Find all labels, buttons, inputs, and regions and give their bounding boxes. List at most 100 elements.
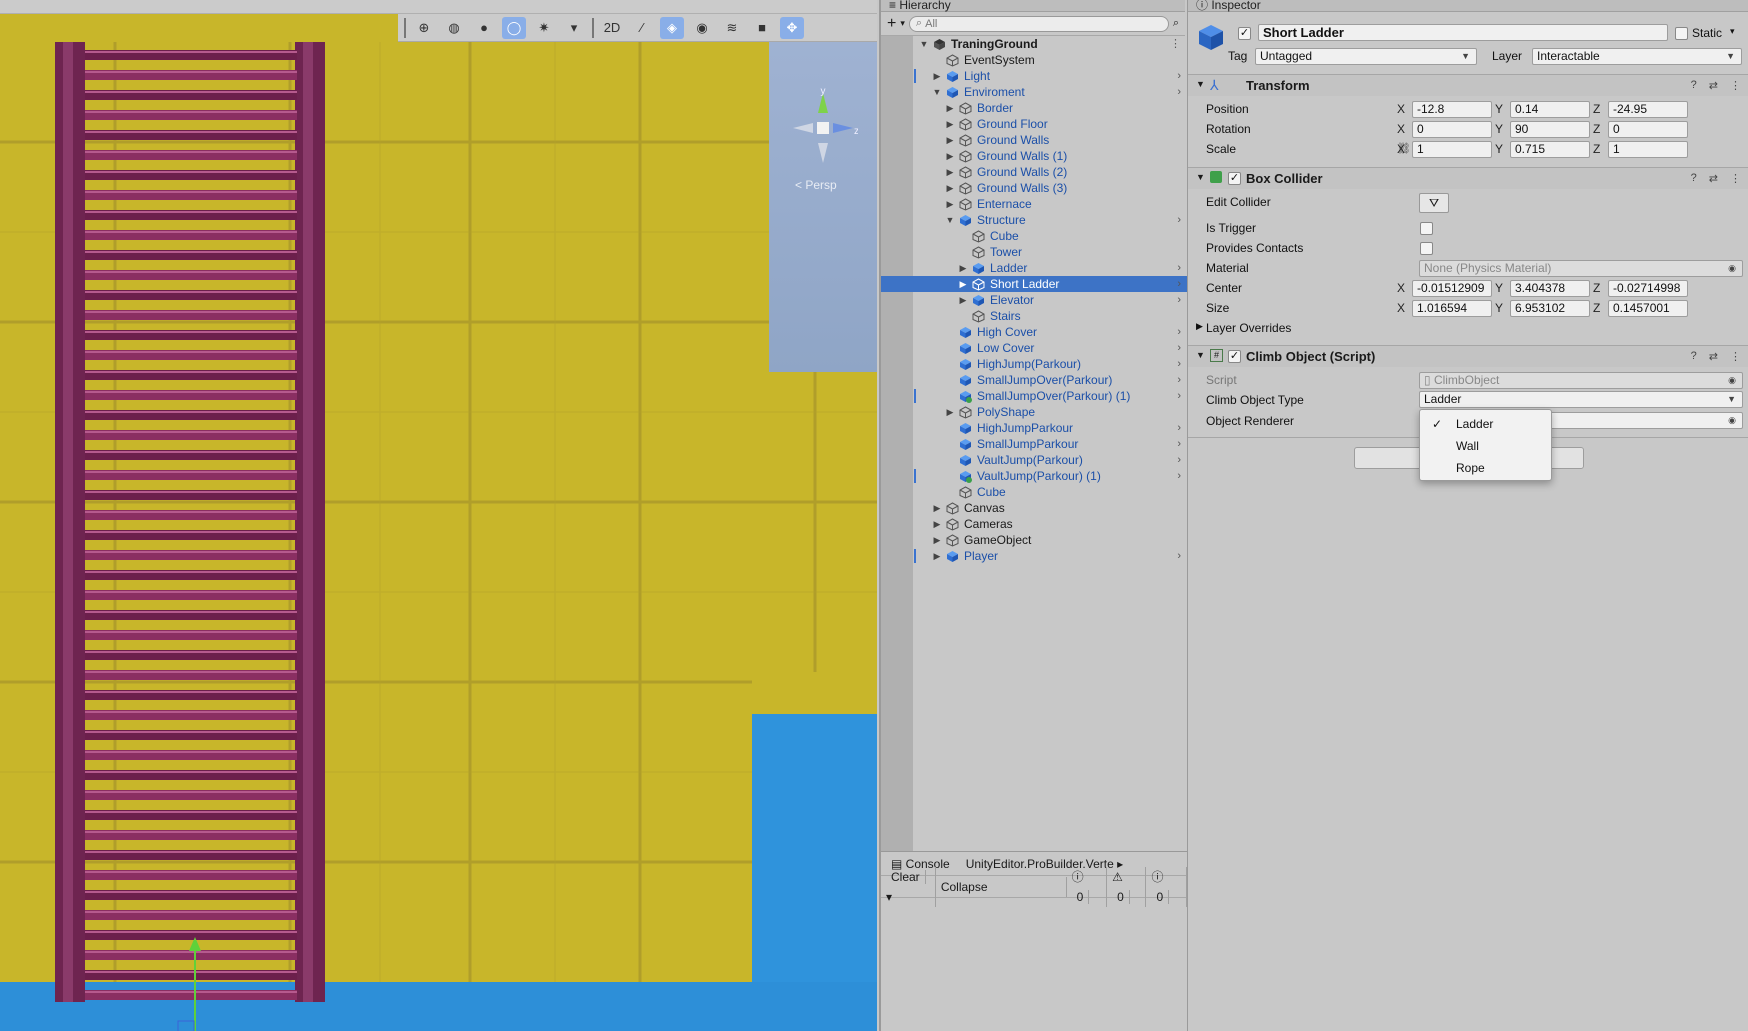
chevron-down-icon[interactable]: ▾ <box>562 17 586 39</box>
dropdown-option-wall[interactable]: Wall <box>1420 436 1551 456</box>
layer-overrides-label[interactable]: Layer Overrides <box>1206 321 1291 335</box>
object-name-field[interactable]: Short Ladder <box>1258 24 1668 41</box>
preset-icon[interactable]: ⇄ <box>1709 79 1718 92</box>
chevron-right-icon[interactable]: › <box>1177 420 1181 436</box>
climb-object-header[interactable]: ▼ # ✓ Climb Object (Script) ? ⇄ ⋮ <box>1188 345 1748 367</box>
grid-icon[interactable]: ⊕ <box>412 17 436 39</box>
expand-arrow-closed-icon[interactable]: ▶ <box>945 196 955 212</box>
chevron-right-icon[interactable]: › <box>1177 212 1181 228</box>
center-z-field[interactable]: -0.02714998 <box>1608 280 1688 297</box>
expand-arrow-open-icon[interactable]: ▼ <box>919 36 929 52</box>
scene-viewport[interactable]: y z < Persp <box>0 42 877 1031</box>
short-ladder-object[interactable] <box>55 42 330 1002</box>
move-tool-gizmo[interactable] <box>100 937 210 1031</box>
hierarchy-item[interactable]: ▶ Canvas <box>881 500 1187 516</box>
material-field[interactable]: None (Physics Material) ◉ <box>1419 260 1743 277</box>
hierarchy-tree[interactable]: ▼ TraningGround ⋮ EventSystem ▶ Light › ▼ Enviro… <box>881 36 1187 851</box>
hierarchy-item[interactable]: ▶ Ladder › <box>881 260 1187 276</box>
axis-z-label[interactable]: Z <box>1593 281 1600 295</box>
axis-y-label[interactable]: Y <box>1495 281 1503 295</box>
expand-arrow-closed-icon[interactable]: ▶ <box>945 100 955 116</box>
help-icon[interactable]: ? <box>1691 350 1697 363</box>
axis-z-label[interactable]: Z <box>1593 102 1600 116</box>
hierarchy-item[interactable]: HighJumpParkour › <box>881 420 1187 436</box>
chevron-right-icon[interactable]: › <box>1177 372 1181 388</box>
hierarchy-item[interactable]: ▶ Enternace <box>881 196 1187 212</box>
chevron-right-icon[interactable]: › <box>1177 468 1181 484</box>
axis-z-label[interactable]: Z <box>1593 301 1600 315</box>
chevron-down-icon[interactable]: ▾ <box>900 18 905 29</box>
object-picker-icon[interactable]: ◉ <box>1728 261 1736 276</box>
preset-icon[interactable]: ⇄ <box>1709 350 1718 363</box>
position-z-field[interactable]: -24.95 <box>1608 101 1688 118</box>
box-collider-header[interactable]: ▼ ✓ Box Collider ? ⇄ ⋮ <box>1188 167 1748 189</box>
inspector-tab[interactable]: ⓘ Inspector <box>1188 0 1748 12</box>
hierarchy-search-input[interactable]: ⌕ All <box>908 15 1169 32</box>
hierarchy-item[interactable]: ▼ Enviroment › <box>881 84 1187 100</box>
axis-x-label[interactable]: X <box>1397 281 1405 295</box>
climb-object-enabled-checkbox[interactable]: ✓ <box>1228 350 1241 363</box>
dropdown-option-rope[interactable]: Rope <box>1420 458 1551 478</box>
hierarchy-item[interactable]: ▶ Ground Floor <box>881 116 1187 132</box>
size-x-field[interactable]: 1.016594 <box>1412 300 1492 317</box>
chevron-right-icon[interactable]: › <box>1177 340 1181 356</box>
hierarchy-item[interactable]: SmallJumpOver(Parkour) › <box>881 372 1187 388</box>
gizmos-icon[interactable]: ✥ <box>780 16 804 39</box>
scale-y-field[interactable]: 0.715 <box>1510 141 1590 158</box>
chevron-right-icon[interactable]: › <box>1177 276 1181 292</box>
chevron-right-icon[interactable]: › <box>1177 260 1181 276</box>
tag-dropdown[interactable]: Untagged ▼ <box>1255 48 1477 65</box>
audio-icon[interactable]: ◈ <box>660 16 684 39</box>
menu-dots-icon[interactable]: ⋮ <box>1730 350 1741 363</box>
collapse-button[interactable]: Collapse <box>936 876 1067 897</box>
hierarchy-item[interactable]: ▶ Border <box>881 100 1187 116</box>
is-trigger-checkbox[interactable] <box>1420 222 1433 235</box>
wire-sphere-icon[interactable]: ◯ <box>502 16 526 39</box>
size-y-field[interactable]: 6.953102 <box>1510 300 1590 317</box>
axis-y-label[interactable]: Y <box>1495 301 1503 315</box>
expand-arrow-closed-icon[interactable]: ▶ <box>945 404 955 420</box>
expand-arrow-closed-icon[interactable]: ▶ <box>958 292 968 308</box>
axis-z-label[interactable]: Z <box>1593 142 1600 156</box>
help-icon[interactable]: ? <box>1691 79 1697 92</box>
axis-x-label[interactable]: X <box>1397 142 1405 156</box>
hierarchy-item[interactable]: ▶ PolyShape <box>881 404 1187 420</box>
axis-y-label[interactable]: Y <box>1495 102 1503 116</box>
box-collider-enabled-checkbox[interactable]: ✓ <box>1228 172 1241 185</box>
expand-arrow-closed-icon[interactable]: ▶ <box>945 164 955 180</box>
hierarchy-item[interactable]: ▶ GameObject <box>881 532 1187 548</box>
layer-dropdown[interactable]: Interactable ▼ <box>1532 48 1742 65</box>
visibility-eye-icon[interactable]: ◉ <box>690 17 714 39</box>
foldout-arrow-icon[interactable]: ▼ <box>1196 350 1205 360</box>
hierarchy-item[interactable]: ▶ Ground Walls (1) <box>881 148 1187 164</box>
active-checkbox[interactable]: ✓ <box>1238 27 1251 40</box>
hierarchy-tab[interactable]: ≡ Hierarchy <box>881 0 1185 12</box>
chevron-right-icon[interactable]: › <box>1177 452 1181 468</box>
camera-icon[interactable]: ■ <box>750 17 774 39</box>
effects-icon[interactable]: ✷ <box>532 17 556 39</box>
hierarchy-item[interactable]: ▶ Ground Walls <box>881 132 1187 148</box>
warning-count[interactable]: ⚠ 0 <box>1107 866 1147 907</box>
message-count[interactable]: ⓘ 0 <box>1146 866 1187 907</box>
expand-arrow-closed-icon[interactable]: ▶ <box>932 68 942 84</box>
hierarchy-item[interactable]: Cube <box>881 228 1187 244</box>
expand-arrow-closed-icon[interactable]: ▶ <box>958 276 968 292</box>
chevron-right-icon[interactable]: › <box>1177 548 1181 564</box>
center-y-field[interactable]: 3.404378 <box>1510 280 1590 297</box>
hierarchy-item[interactable]: ▶ Cameras <box>881 516 1187 532</box>
axis-x-label[interactable]: X <box>1397 301 1405 315</box>
foldout-arrow-icon[interactable]: ▼ <box>1196 172 1205 182</box>
2d-toggle-icon[interactable]: 2D <box>600 17 624 39</box>
hierarchy-item[interactable]: EventSystem <box>881 52 1187 68</box>
expand-arrow-open-icon[interactable]: ▼ <box>945 212 955 228</box>
expand-arrow-closed-icon[interactable]: ▶ <box>945 132 955 148</box>
hierarchy-item[interactable]: Stairs <box>881 308 1187 324</box>
rotation-y-field[interactable]: 90 <box>1510 121 1590 138</box>
object-picker-icon[interactable]: ◉ <box>1728 413 1736 428</box>
hierarchy-item[interactable]: SmallJumpOver(Parkour) (1) › <box>881 388 1187 404</box>
add-object-button[interactable]: + <box>887 15 896 33</box>
axis-y-label[interactable]: Y <box>1495 142 1503 156</box>
lighting-off-icon[interactable]: ⁄ <box>630 17 654 39</box>
hierarchy-item[interactable]: ▶ Ground Walls (2) <box>881 164 1187 180</box>
layers-icon[interactable]: ≋ <box>720 17 744 39</box>
